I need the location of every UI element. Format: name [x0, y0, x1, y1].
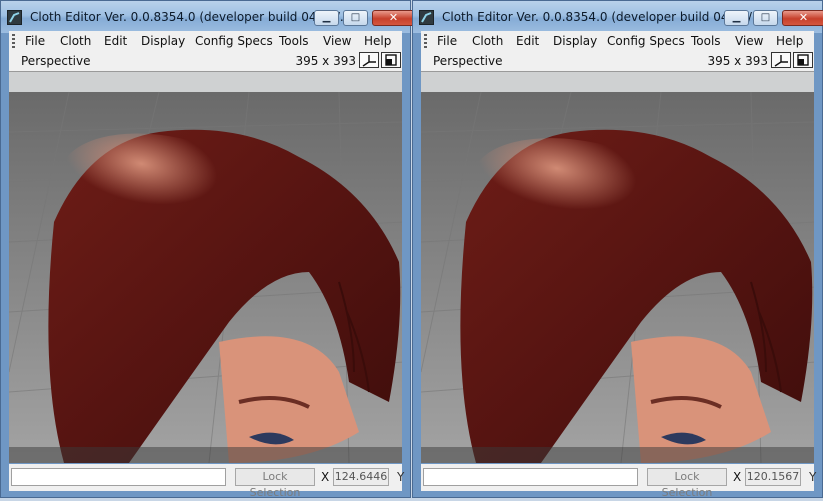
menu-cloth[interactable]: Cloth [60, 34, 91, 48]
menu-file[interactable]: File [25, 34, 45, 48]
menu-cloth[interactable]: Cloth [472, 34, 503, 48]
menu-edit[interactable]: Edit [516, 34, 539, 48]
viewport-size: 395 x 393 [295, 54, 356, 68]
menu-grip-icon[interactable] [424, 34, 427, 48]
menu-tools[interactable]: Tools [691, 34, 721, 48]
menu-display[interactable]: Display [141, 34, 185, 48]
menu-edit[interactable]: Edit [104, 34, 127, 48]
close-icon: ✕ [798, 11, 809, 24]
minimize-icon: ▁ [322, 12, 331, 23]
hair-model-render [421, 72, 814, 463]
3d-viewport[interactable] [9, 72, 402, 463]
cloth-editor-window-left: Cloth Editor Ver. 0.0.8354.0 (developer … [0, 0, 415, 499]
status-input[interactable] [423, 468, 638, 486]
window-title: Cloth Editor Ver. 0.0.8354.0 (developer … [30, 10, 352, 24]
hair-model-render [9, 72, 402, 463]
menu-help[interactable]: Help [776, 34, 803, 48]
menu-view[interactable]: View [323, 34, 351, 48]
lock-selection-button[interactable]: Lock Selection [647, 468, 727, 499]
view-mode-label[interactable]: Perspective [21, 54, 91, 68]
close-button[interactable]: ✕ [372, 10, 415, 26]
viewport-header: Perspective 395 x 393 [421, 51, 814, 72]
axis-toggle-button[interactable] [359, 52, 379, 68]
menu-tools[interactable]: Tools [279, 34, 309, 48]
3d-viewport[interactable] [421, 72, 814, 463]
viewport-layout-button[interactable] [381, 52, 401, 68]
menu-file[interactable]: File [437, 34, 457, 48]
cloth-editor-window-right: Cloth Editor Ver. 0.0.8354.0 (developer … [412, 0, 823, 499]
window-title: Cloth Editor Ver. 0.0.8354.0 (developer … [442, 10, 764, 24]
minimize-icon: ▁ [732, 12, 741, 23]
menu-config-specs[interactable]: Config Specs [195, 34, 273, 48]
menu-display[interactable]: Display [553, 34, 597, 48]
viewport-header: Perspective 395 x 393 [9, 51, 402, 72]
title-bar[interactable]: Cloth Editor Ver. 0.0.8354.0 (developer … [1, 1, 415, 33]
x-value-field[interactable]: 120.1567 [745, 468, 801, 486]
window-layout-icon [385, 54, 397, 66]
axis-icon [362, 55, 376, 67]
x-label: X [733, 470, 742, 484]
title-bar[interactable]: Cloth Editor Ver. 0.0.8354.0 (developer … [413, 1, 823, 33]
axis-toggle-button[interactable] [771, 52, 791, 68]
menu-config-specs[interactable]: Config Specs [607, 34, 685, 48]
menu-bar: File Cloth Edit Display Config Specs Too… [421, 31, 814, 51]
menu-bar: File Cloth Edit Display Config Specs Too… [9, 31, 402, 51]
menu-view[interactable]: View [735, 34, 763, 48]
close-icon: ✕ [388, 11, 399, 24]
menu-grip-icon[interactable] [12, 34, 15, 48]
x-value-field[interactable]: 124.6446 [333, 468, 389, 486]
app-icon[interactable] [419, 10, 434, 25]
lock-selection-button[interactable]: Lock Selection [235, 468, 315, 499]
app-icon[interactable] [7, 10, 22, 25]
status-input[interactable] [11, 468, 226, 486]
window-layout-icon [797, 54, 809, 66]
status-bar: Lock Selection X 120.1567 Y [421, 464, 817, 499]
menu-help[interactable]: Help [364, 34, 391, 48]
maximize-icon: □ [760, 12, 771, 23]
minimize-button[interactable]: ▁ [724, 10, 749, 26]
axis-icon [774, 55, 788, 67]
maximize-icon: □ [350, 12, 361, 23]
maximize-button[interactable]: □ [753, 10, 778, 26]
status-bar: Lock Selection X 124.6446 Y [9, 464, 405, 499]
viewport-size: 395 x 393 [707, 54, 768, 68]
view-mode-label[interactable]: Perspective [433, 54, 503, 68]
viewport-layout-button[interactable] [793, 52, 813, 68]
minimize-button[interactable]: ▁ [314, 10, 339, 26]
y-label: Y [809, 470, 817, 484]
close-button[interactable]: ✕ [782, 10, 823, 26]
x-label: X [321, 470, 330, 484]
y-label: Y [397, 470, 405, 484]
maximize-button[interactable]: □ [343, 10, 368, 26]
